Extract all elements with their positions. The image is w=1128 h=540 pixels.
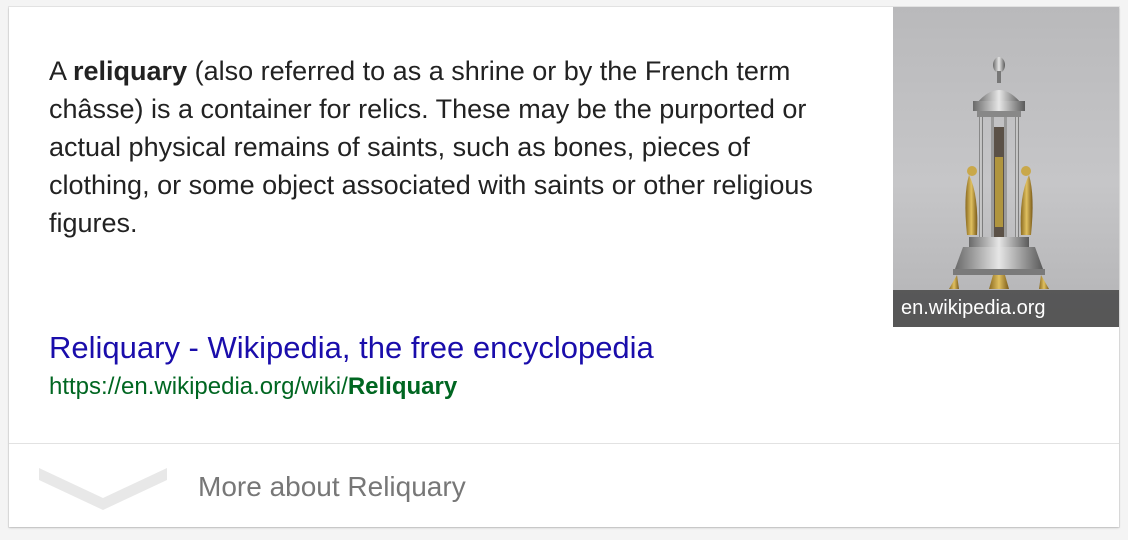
image-source-caption: en.wikipedia.org [893, 290, 1119, 327]
snippet-term: reliquary [73, 56, 188, 86]
result-title-link[interactable]: Reliquary - Wikipedia, the free encyclop… [49, 329, 654, 367]
chevron-down-icon [39, 468, 167, 510]
result-url-base: https://en.wikipedia.org/wiki/ [49, 373, 348, 400]
result-url-term: Reliquary [347, 373, 458, 400]
more-about-label: More about Reliquary [198, 471, 466, 502]
result-url: https://en.wikipedia.org/wiki/Reliquary [49, 371, 457, 403]
knowledge-card: A reliquary (also referred to as a shrin… [9, 7, 1119, 527]
description-snippet: A reliquary (also referred to as a shrin… [49, 52, 849, 242]
snippet-prefix: A [49, 56, 74, 86]
more-about-button[interactable]: More about Reliquary [9, 444, 1119, 527]
reliquary-illustration [949, 57, 1049, 289]
reliquary-image[interactable]: en.wikipedia.org [893, 7, 1119, 327]
